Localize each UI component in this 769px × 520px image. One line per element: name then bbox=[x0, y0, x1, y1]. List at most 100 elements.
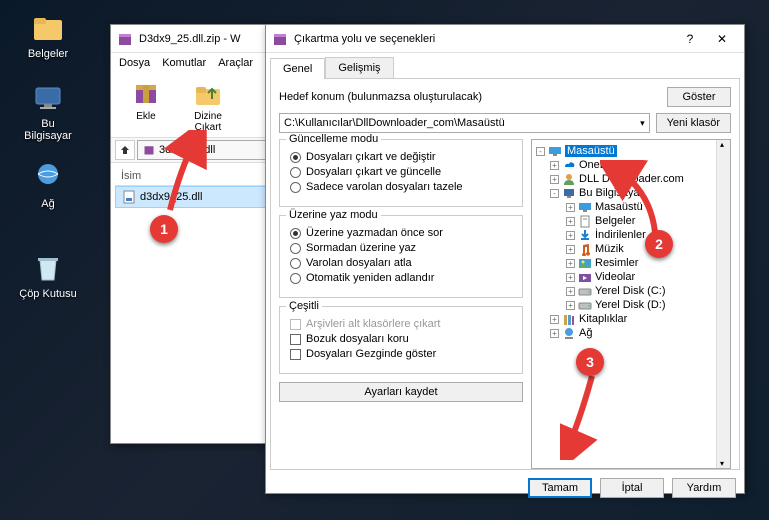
desktop-icon-label: Belgeler bbox=[18, 48, 78, 60]
check-archives-subfolder: Arşivleri alt klasörlere çıkart bbox=[290, 318, 512, 330]
tree-item-label: Kitaplıklar bbox=[579, 313, 627, 325]
desktop-icon-network[interactable]: Ağ bbox=[18, 160, 78, 210]
group-misc: Çeşitli Arşivleri alt klasörlere çıkart … bbox=[279, 306, 523, 374]
dest-path-combo[interactable]: C:\Kullanıcılar\DllDownloader_com\Masaüs… bbox=[279, 113, 650, 133]
winrar-icon bbox=[272, 31, 288, 47]
winrar-icon bbox=[117, 31, 133, 47]
dl-icon bbox=[578, 229, 592, 241]
tree-item[interactable]: - Masaüstü bbox=[534, 144, 728, 158]
tree-item-label: Masaüstü bbox=[565, 145, 617, 157]
toolbar-add-button[interactable]: Ekle bbox=[119, 77, 173, 133]
path-up-button[interactable] bbox=[115, 140, 135, 160]
dll-file-icon bbox=[122, 190, 136, 204]
menu-commands[interactable]: Komutlar bbox=[162, 57, 206, 69]
tree-item[interactable]: + Yerel Disk (D:) bbox=[534, 298, 728, 312]
tree-item-label: Ağ bbox=[579, 327, 592, 339]
expand-icon[interactable]: + bbox=[566, 287, 575, 296]
desktop-icon-documents[interactable]: Belgeler bbox=[18, 10, 78, 60]
tree-item-label: Yerel Disk (D:) bbox=[595, 299, 666, 311]
expand-icon[interactable]: + bbox=[566, 259, 575, 268]
group-update-label: Güncelleme modu bbox=[286, 133, 381, 145]
help-button[interactable]: ? bbox=[674, 28, 706, 50]
save-settings-button[interactable]: Ayarları kaydet bbox=[279, 382, 523, 402]
group-update-mode: Güncelleme modu Dosyaları çıkart ve deği… bbox=[279, 139, 523, 207]
music-icon bbox=[578, 243, 592, 255]
docs-icon bbox=[578, 215, 592, 227]
expand-icon[interactable]: + bbox=[566, 203, 575, 212]
annotation-marker-2: 2 bbox=[645, 230, 673, 258]
radio-auto-rename[interactable]: Otomatik yeniden adlandır bbox=[290, 272, 512, 284]
dest-label: Hedef konum (bulunmazsa oluşturulacak) bbox=[279, 91, 661, 103]
desktop-icon-recyclebin[interactable]: Çöp Kutusu bbox=[18, 250, 78, 300]
desktop-icon-label: Çöp Kutusu bbox=[18, 288, 78, 300]
collapse-icon[interactable]: - bbox=[536, 147, 545, 156]
radio-ask-overwrite[interactable]: Üzerine yazmadan önce sor bbox=[290, 227, 512, 239]
expand-icon[interactable]: + bbox=[550, 329, 559, 338]
tree-item-label: Videolar bbox=[595, 271, 635, 283]
radio-extract-update[interactable]: Dosyaları çıkart ve güncelle bbox=[290, 166, 512, 178]
expand-icon[interactable]: + bbox=[550, 161, 559, 170]
annotation-arrow-2 bbox=[600, 160, 680, 240]
extract-tab-body: Hedef konum (bulunmazsa oluşturulacak) G… bbox=[270, 78, 740, 470]
user-icon bbox=[562, 173, 576, 185]
group-overwrite-mode: Üzerine yaz modu Üzerine yazmadan önce s… bbox=[279, 215, 523, 298]
annotation-arrow-1 bbox=[160, 130, 210, 220]
radio-no-ask-overwrite[interactable]: Sormadan üzerine yaz bbox=[290, 242, 512, 254]
tree-item[interactable]: + Ağ bbox=[534, 326, 728, 340]
onedrive-icon bbox=[562, 159, 576, 171]
tree-item-label: Müzik bbox=[595, 243, 624, 255]
ok-button[interactable]: Tamam bbox=[528, 478, 592, 498]
tree-item-label: Yerel Disk (C:) bbox=[595, 285, 666, 297]
extract-icon bbox=[192, 77, 224, 109]
annotation-marker-1: 1 bbox=[150, 215, 178, 243]
check-keep-broken[interactable]: Bozuk dosyaları koru bbox=[290, 333, 512, 345]
expand-icon[interactable]: + bbox=[550, 315, 559, 324]
tree-item[interactable]: + Resimler bbox=[534, 256, 728, 270]
trash-icon bbox=[30, 250, 66, 286]
show-button[interactable]: Göster bbox=[667, 87, 731, 107]
tree-scrollbar[interactable] bbox=[716, 140, 730, 468]
pc-icon bbox=[30, 80, 66, 116]
dialog-buttons: Tamam İptal Yardım bbox=[266, 470, 744, 506]
menu-file[interactable]: Dosya bbox=[119, 57, 150, 69]
expand-icon[interactable]: + bbox=[566, 301, 575, 310]
desktop-icon-label: Ağ bbox=[18, 198, 78, 210]
collapse-icon[interactable]: - bbox=[550, 189, 559, 198]
tab-general[interactable]: Genel bbox=[270, 58, 325, 79]
expand-icon[interactable]: + bbox=[566, 245, 575, 254]
expand-icon[interactable]: + bbox=[566, 273, 575, 282]
check-show-explorer[interactable]: Dosyaları Gezginde göster bbox=[290, 348, 512, 360]
tree-item[interactable]: + Yerel Disk (C:) bbox=[534, 284, 728, 298]
tree-item[interactable]: + Müzik bbox=[534, 242, 728, 256]
desktop-icon bbox=[578, 201, 592, 213]
annotation-marker-3: 3 bbox=[576, 348, 604, 376]
close-button[interactable]: ✕ bbox=[706, 28, 738, 50]
tab-advanced[interactable]: Gelişmiş bbox=[325, 57, 393, 78]
pc-icon bbox=[562, 187, 576, 199]
extract-title: Çıkartma yolu ve seçenekleri bbox=[294, 33, 674, 45]
expand-icon[interactable]: + bbox=[566, 231, 575, 240]
extract-dialog: Çıkartma yolu ve seçenekleri ? ✕ Genel G… bbox=[265, 24, 745, 494]
new-folder-button[interactable]: Yeni klasör bbox=[656, 113, 731, 133]
expand-icon[interactable]: + bbox=[550, 175, 559, 184]
menu-tools[interactable]: Araçlar bbox=[218, 57, 253, 69]
toolbar-extract-button[interactable]: Dizine Çıkart bbox=[181, 77, 235, 133]
toolbar-add-label: Ekle bbox=[119, 111, 173, 122]
disk-icon bbox=[578, 285, 592, 297]
video-icon bbox=[578, 271, 592, 283]
extract-titlebar[interactable]: Çıkartma yolu ve seçenekleri ? ✕ bbox=[266, 25, 744, 53]
help-button[interactable]: Yardım bbox=[672, 478, 736, 498]
pics-icon bbox=[578, 257, 592, 269]
cancel-button[interactable]: İptal bbox=[600, 478, 664, 498]
expand-icon[interactable]: + bbox=[566, 217, 575, 226]
tree-item[interactable]: + Videolar bbox=[534, 270, 728, 284]
radio-skip-existing[interactable]: Varolan dosyaları atla bbox=[290, 257, 512, 269]
desktop-icon bbox=[548, 145, 562, 157]
tree-item[interactable]: + Kitaplıklar bbox=[534, 312, 728, 326]
desktop-icon-thispc[interactable]: Bu Bilgisayar bbox=[18, 80, 78, 142]
radio-freshen-only[interactable]: Sadece varolan dosyaları tazele bbox=[290, 181, 512, 193]
network-icon bbox=[30, 160, 66, 196]
desktop-icon-label: Bu Bilgisayar bbox=[18, 118, 78, 142]
tree-item-label: Resimler bbox=[595, 257, 638, 269]
radio-extract-replace[interactable]: Dosyaları çıkart ve değiştir bbox=[290, 151, 512, 163]
